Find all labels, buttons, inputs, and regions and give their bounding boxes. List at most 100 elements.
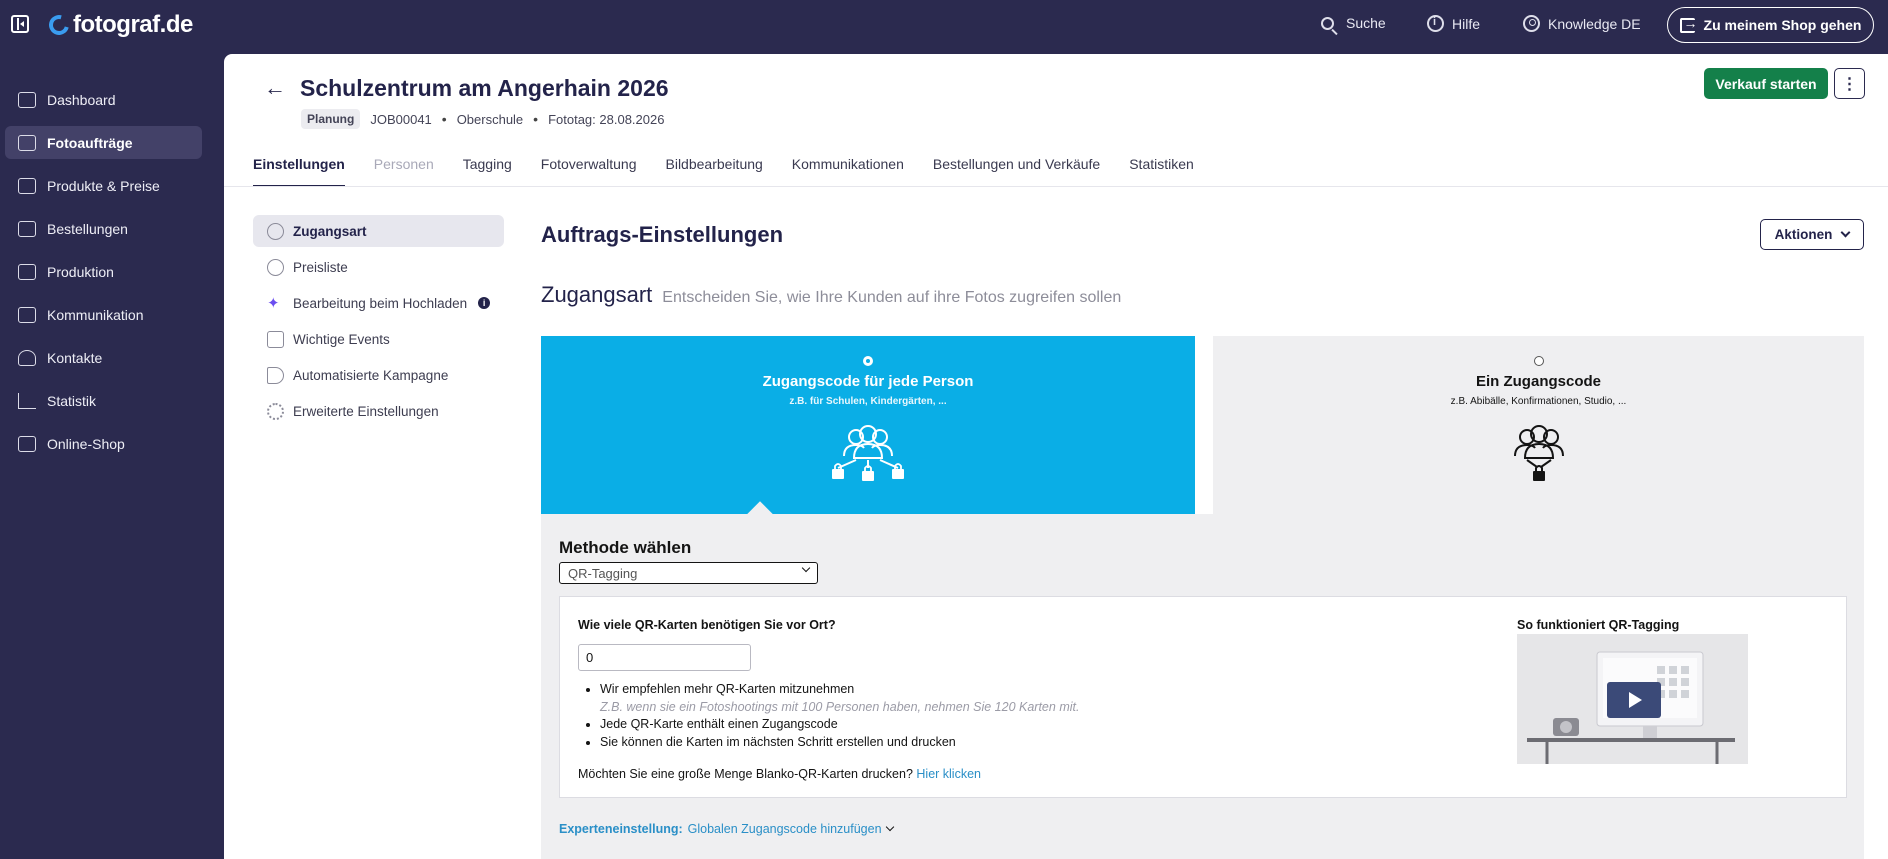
tab-einstellungen[interactable]: Einstellungen: [253, 156, 345, 187]
option-card-code-per-person[interactable]: Zugangscode für jede Person z.B. für Sch…: [541, 336, 1195, 514]
settings-nav-erweitert[interactable]: Erweiterte Einstellungen: [253, 395, 504, 427]
expert-setting-toggle[interactable]: Experteneinstellung: Globalen Zugangscod…: [559, 822, 894, 836]
job-meta: Planung JOB00041 • Oberschule • Fototag:…: [301, 109, 664, 129]
tab-tagging[interactable]: Tagging: [463, 156, 512, 187]
video-title: So funktioniert QR-Tagging: [1517, 618, 1680, 632]
tab-fotoverwaltung[interactable]: Fotoverwaltung: [541, 156, 637, 187]
group-with-single-lock-icon: [1513, 425, 1564, 481]
tabs-divider: [224, 186, 1888, 187]
blank-cards-link[interactable]: Hier klicken: [916, 767, 981, 781]
knowledge-label: Knowledge DE: [1548, 15, 1641, 32]
access-title: Zugangsart: [541, 282, 653, 307]
method-title: Methode wählen: [559, 538, 692, 557]
image-icon: [18, 134, 36, 151]
method-panel: Methode wählen QR-Tagging Wie viele QR-K…: [541, 514, 1864, 859]
option-subtitle: z.B. Abibälle, Konfirmationen, Studio, .…: [1450, 396, 1627, 407]
settings-nav-label: Wichtige Events: [293, 331, 390, 347]
settings-nav-preisliste[interactable]: Preisliste: [253, 251, 504, 283]
list-item: Jede QR-Karte enthält einen Zugangscode: [600, 716, 1079, 734]
sidebar: Dashboard Fotoaufträge Produkte & Preise…: [0, 54, 224, 859]
megaphone-icon: [267, 366, 284, 384]
section-title: Auftrags-Einstellungen: [541, 222, 784, 247]
option-subtitle: z.B. für Schulen, Kindergärten, ...: [789, 396, 947, 407]
access-heading: Zugangsart Entscheiden Sie, wie Ihre Kun…: [541, 282, 1121, 308]
actions-label: Aktionen: [1774, 227, 1833, 242]
radio-button-selected[interactable]: [863, 356, 873, 366]
knowledge-link[interactable]: Knowledge DE: [1523, 15, 1641, 32]
sidebar-item-label: Statistik: [47, 392, 97, 409]
sidebar-item-fotoauftraege[interactable]: Fotoaufträge: [5, 126, 202, 159]
sidebar-item-label: Produkte & Preise: [47, 177, 160, 194]
person-icon: [18, 349, 36, 366]
job-id: JOB00041: [370, 111, 432, 127]
basket-icon: [18, 220, 36, 237]
sidebar-item-kommunikation[interactable]: Kommunikation: [5, 298, 202, 331]
expert-prefix: Experteneinstellung:: [559, 822, 683, 836]
status-badge: Planung: [301, 109, 361, 129]
help-label: Hilfe: [1452, 15, 1481, 32]
chevron-down-icon: [885, 822, 894, 832]
radio-button-unselected[interactable]: [1533, 356, 1544, 366]
shop-button-label: Zu meinem Shop gehen: [1703, 17, 1862, 33]
go-to-shop-button[interactable]: Zu meinem Shop gehen: [1667, 7, 1874, 43]
cart-icon: [18, 177, 36, 194]
sidebar-item-kontakte[interactable]: Kontakte: [5, 341, 202, 374]
home-icon: [18, 91, 36, 108]
chart-icon: [18, 392, 36, 409]
separator-dot: •: [533, 111, 539, 127]
tab-bestellungen-verkaeufe[interactable]: Bestellungen und Verkäufe: [933, 156, 1100, 187]
tab-bildbearbeitung[interactable]: Bildbearbeitung: [666, 156, 763, 187]
group-with-locks-icon: [832, 425, 904, 481]
printer-icon: [18, 263, 36, 280]
separator-dot: •: [441, 111, 447, 127]
top-bar: fotograf.de Suche Hilfe Knowledge DE Zu …: [0, 0, 1888, 54]
chevron-down-icon: [801, 563, 811, 573]
settings-nav-label: Automatisierte Kampagne: [293, 367, 449, 383]
blank-cards-text: Möchten Sie eine große Menge Blanko-QR-K…: [578, 767, 913, 781]
main-panel: ← Schulzentrum am Angerhain 2026 Planung…: [224, 54, 1888, 859]
option-card-single-code[interactable]: Ein Zugangscode z.B. Abibälle, Konfirmat…: [1213, 336, 1864, 514]
back-arrow-icon[interactable]: ←: [264, 75, 286, 101]
tab-personen: Personen: [373, 156, 434, 172]
sidebar-item-label: Dashboard: [47, 91, 116, 108]
search-label: Suche: [1346, 15, 1386, 31]
school-type: Oberschule: [456, 111, 524, 127]
user-circle-icon: [1523, 15, 1540, 32]
settings-nav-wichtige-events[interactable]: Wichtige Events: [253, 323, 504, 355]
qr-count-question: Wie viele QR-Karten benötigen Sie vor Or…: [578, 618, 836, 632]
search-icon: [1321, 16, 1334, 30]
sidebar-item-statistik[interactable]: Statistik: [5, 384, 202, 417]
help-link[interactable]: Hilfe: [1427, 15, 1480, 32]
method-selected-value: QR-Tagging: [568, 565, 638, 581]
info-icon[interactable]: i: [478, 297, 491, 309]
sidebar-collapse-icon[interactable]: [11, 15, 29, 33]
tab-statistiken[interactable]: Statistiken: [1129, 156, 1194, 187]
settings-nav-bearbeitung-hochladen[interactable]: ✦ Bearbeitung beim Hochladen i: [253, 287, 504, 319]
store-icon: [18, 435, 36, 452]
sidebar-item-bestellungen[interactable]: Bestellungen: [5, 212, 202, 245]
sidebar-item-dashboard[interactable]: Dashboard: [5, 83, 202, 116]
list-item: Sie können die Karten im nächsten Schrit…: [600, 734, 1079, 752]
calendar-icon: [267, 330, 284, 348]
sidebar-item-produkte[interactable]: Produkte & Preise: [5, 169, 202, 202]
more-options-button[interactable]: ⋮: [1834, 68, 1865, 99]
option-title: Zugangscode für jede Person: [762, 373, 974, 390]
message-icon: [18, 306, 36, 323]
logo[interactable]: fotograf.de: [45, 10, 193, 40]
tab-kommunikationen[interactable]: Kommunikationen: [792, 156, 904, 187]
video-thumbnail[interactable]: [1517, 634, 1748, 764]
chevron-down-icon: [1840, 227, 1851, 238]
sidebar-item-label: Kommunikation: [47, 306, 144, 323]
settings-nav-zugangsart[interactable]: Zugangsart: [253, 215, 504, 247]
actions-button[interactable]: Aktionen: [1760, 219, 1864, 250]
sidebar-item-online-shop[interactable]: Online-Shop: [5, 427, 202, 460]
method-select[interactable]: QR-Tagging: [559, 562, 818, 584]
start-sale-button[interactable]: Verkauf starten: [1704, 68, 1828, 99]
settings-nav-kampagne[interactable]: Automatisierte Kampagne: [253, 359, 504, 391]
info-icon: [1427, 15, 1444, 32]
sidebar-item-produktion[interactable]: Produktion: [5, 255, 202, 288]
search-link[interactable]: Suche: [1321, 15, 1386, 31]
list-item: Wir empfehlen mehr QR-Karten mitzunehmen: [600, 681, 1079, 699]
qr-count-input[interactable]: 0: [578, 644, 751, 671]
gear-icon: [267, 402, 284, 420]
